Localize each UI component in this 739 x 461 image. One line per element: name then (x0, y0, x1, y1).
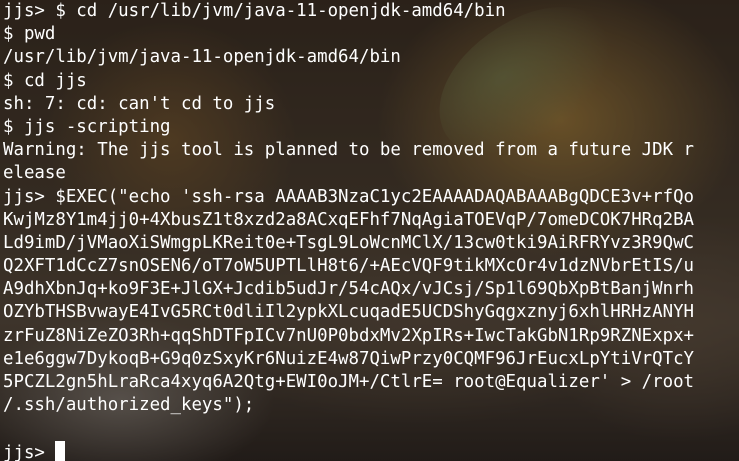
terminal-line: Warning: The jjs tool is planned to be r… (3, 140, 695, 161)
terminal-line: elease (3, 163, 66, 184)
terminal-line: $ jjs -scripting (3, 116, 171, 137)
terminal-line: A9dhXbnJq+ko9F3E+JlGX+Jcdib5udJr/54cAQx/… (3, 279, 695, 300)
text-cursor (55, 440, 66, 461)
terminal-line: Q2XFT1dCcZ7snOSEN6/oT7oW5UPTLlH8t6/+AEcV… (3, 256, 695, 277)
terminal-line: /usr/lib/jvm/java-11-openjdk-amd64/bin (3, 47, 401, 68)
prompt-text: jjs> (3, 442, 56, 461)
terminal-line: sh: 7: cd: can't cd to jjs (3, 93, 276, 114)
terminal-prompt-line[interactable]: jjs> (3, 440, 739, 461)
terminal-line: /.ssh/authorized_keys"); (3, 395, 255, 416)
terminal-line: Ld9imD/jVMaoXiSWmgpLKReit0e+TsgL9LoWcnMC… (3, 232, 695, 253)
terminal-line: $ cd jjs (3, 70, 87, 91)
terminal-line: e1e6ggw7DykoqB+G9q0zSxyKr6NuizE4w87QiwPr… (3, 348, 695, 369)
terminal-line: KwjMz8Y1m4jj0+4XbusZ1t8xzd2a8ACxqEFhf7Nq… (3, 209, 695, 230)
terminal-line: jjs> $ cd /usr/lib/jvm/java-11-openjdk-a… (3, 1, 506, 21)
terminal-line: $ pwd (3, 24, 56, 45)
terminal-line: OZYbTHSBvwayE4IvG5RCt0dliIl2ypkXLcuqadE5… (3, 302, 695, 323)
terminal-line: zrFuZ8NiZeZO3Rh+qqShDTFpICv7nU0P0bdxMv2X… (3, 325, 695, 346)
terminal-output[interactable]: jjs> $ cd /usr/lib/jvm/java-11-openjdk-a… (0, 0, 739, 461)
terminal-line: jjs> $EXEC("echo 'ssh-rsa AAAAB3NzaC1yc2… (3, 186, 695, 207)
terminal-line: 5PCZL2gn5hLraRca4xyq6A2Qtg+EWI0oJM+/Ctlr… (3, 372, 695, 392)
